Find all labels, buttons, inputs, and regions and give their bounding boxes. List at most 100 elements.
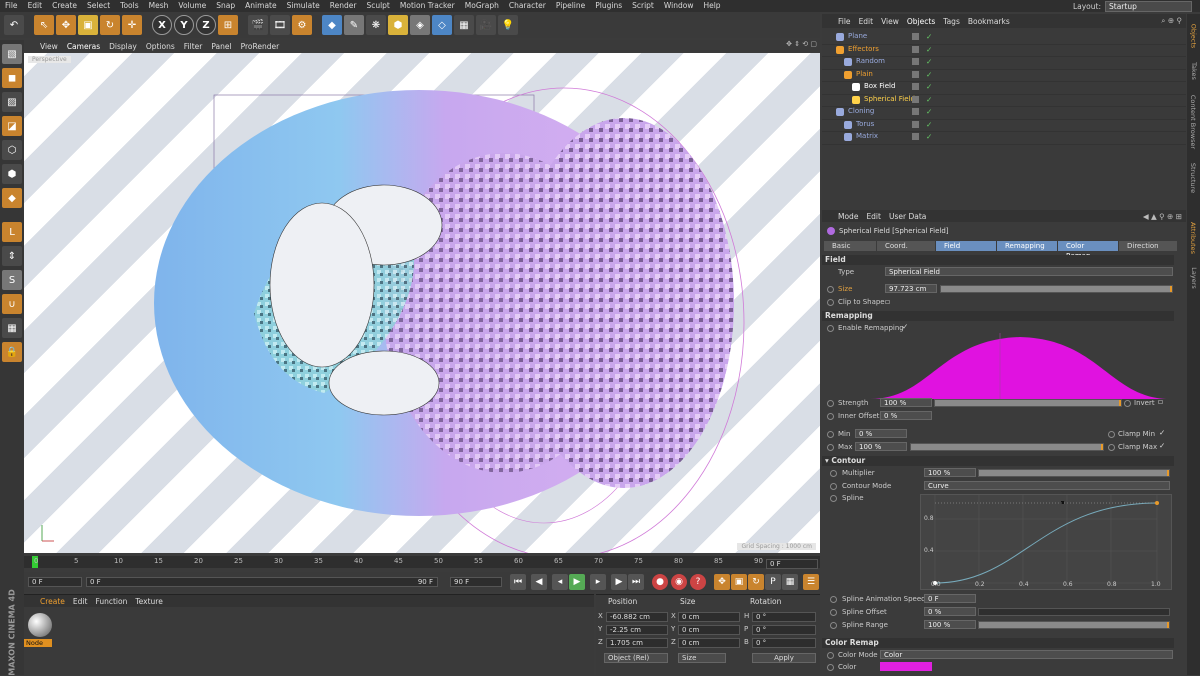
object-row-matrix[interactable]: Matrix ✓ <box>822 131 1186 145</box>
viewport-menu-display[interactable]: Display <box>109 42 137 51</box>
timeline-window-icon[interactable]: ☰ <box>803 574 819 590</box>
object-row-torus[interactable]: Torus ✓ <box>822 119 1186 132</box>
subdivision-icon[interactable]: ❋ <box>366 15 386 35</box>
preview-range-slider[interactable]: 0 F 90 F <box>86 577 438 587</box>
cube-icon[interactable]: ◆ <box>322 15 342 35</box>
play-icon[interactable]: ▶ <box>569 574 585 590</box>
tab-coord[interactable]: Coord. <box>877 241 935 251</box>
keyframe-selection-icon[interactable]: ? <box>690 574 706 590</box>
color-mode-radio[interactable] <box>827 652 834 659</box>
clamp-min-checkbox[interactable]: ✓ <box>1159 428 1165 437</box>
clip-checkbox[interactable]: ▫ <box>885 297 890 306</box>
object-menu-file[interactable]: File <box>838 17 851 26</box>
object-menu-bookmarks[interactable]: Bookmarks <box>968 17 1010 26</box>
attr-nav-icons[interactable]: ◀ ▲ ⚲ ⊕ ⊞ <box>1143 212 1182 221</box>
edges-mode-icon[interactable]: ⬢ <box>2 164 22 184</box>
enabled-check-icon[interactable]: ✓ <box>926 32 932 41</box>
visibility-dot[interactable] <box>912 133 919 140</box>
tab-direction[interactable]: Direction <box>1119 241 1177 251</box>
layout-dropdown[interactable]: Startup <box>1105 0 1192 12</box>
clamp-max-checkbox[interactable]: ✓ <box>1159 441 1165 450</box>
max-field[interactable]: 100 % <box>855 442 907 451</box>
floor-icon[interactable]: ▦ <box>454 15 474 35</box>
rot-field[interactable]: 0 ° <box>752 638 816 648</box>
object-row-plane[interactable]: Plane ✓ <box>822 31 1186 45</box>
clip-anim-radio[interactable] <box>827 299 834 306</box>
texture-mode-icon[interactable]: ▨ <box>2 92 22 112</box>
lock-workplane-icon[interactable]: 🔒 <box>2 342 22 362</box>
tab-field[interactable]: Field <box>936 241 996 251</box>
visibility-dot[interactable] <box>912 33 919 40</box>
max-slider[interactable] <box>910 443 1104 451</box>
x-axis-icon[interactable]: X <box>152 15 172 35</box>
rot-field[interactable]: 0 ° <box>752 612 816 622</box>
object-row-cloning[interactable]: Cloning ✓ <box>822 106 1186 120</box>
live-selection-icon[interactable]: ⇖ <box>34 15 54 35</box>
attr-menu-edit[interactable]: Edit <box>866 212 881 221</box>
light-icon[interactable]: 💡 <box>498 15 518 35</box>
object-name[interactable]: Cloning <box>848 107 874 115</box>
size-field[interactable]: 0 cm <box>678 612 740 622</box>
spline-offset-radio[interactable] <box>830 609 837 616</box>
enabled-check-icon[interactable]: ✓ <box>926 57 932 66</box>
spline-offset-slider[interactable] <box>978 608 1170 616</box>
object-row-effectors[interactable]: Effectors ✓ <box>822 44 1186 57</box>
enabled-check-icon[interactable]: ✓ <box>926 132 932 141</box>
current-frame-field[interactable]: 0 F <box>766 559 818 569</box>
size-mode-dropdown[interactable]: Size <box>678 653 726 663</box>
object-row-box-field[interactable]: Box Field ✓ <box>822 81 1186 95</box>
enabled-check-icon[interactable]: ✓ <box>926 107 932 116</box>
record-icon[interactable]: ● <box>652 574 668 590</box>
y-axis-icon[interactable]: Y <box>174 15 194 35</box>
object-name[interactable]: Plain <box>856 70 873 78</box>
key-rotation-icon[interactable]: ↻ <box>748 574 764 590</box>
strength-anim-radio[interactable] <box>827 400 834 407</box>
inner-offset-anim-radio[interactable] <box>827 413 834 420</box>
start-frame-field[interactable]: 0 F <box>28 577 82 587</box>
workplane-grid-icon[interactable]: ▦ <box>2 318 22 338</box>
viewport-menu-options[interactable]: Options <box>146 42 175 51</box>
invert-checkbox[interactable]: ▫ <box>1158 397 1163 406</box>
goto-start-icon[interactable]: ⏮ <box>510 574 526 590</box>
object-row-plain[interactable]: Plain ✓ <box>822 69 1186 82</box>
material-menu-texture[interactable]: Texture <box>135 597 162 606</box>
coord-mode-dropdown[interactable]: Object (Rel) <box>604 653 668 663</box>
viewport-menu-panel[interactable]: Panel <box>211 42 231 51</box>
enabled-check-icon[interactable]: ✓ <box>926 45 932 54</box>
max-anim-radio[interactable] <box>827 444 834 451</box>
pos-field[interactable]: -60.882 cm <box>606 612 668 622</box>
layout-selector[interactable]: Layout: Startup <box>1073 0 1192 12</box>
polygons-mode-icon[interactable]: ◆ <box>2 188 22 208</box>
tab-objects[interactable]: Objects <box>1187 18 1200 54</box>
menu-sculpt[interactable]: Sculpt <box>361 0 394 12</box>
key-position-icon[interactable]: ✥ <box>714 574 730 590</box>
recent-tools-icon[interactable]: ✛ <box>122 15 142 35</box>
menu-window[interactable]: Window <box>659 0 699 12</box>
size-field[interactable]: 0 cm <box>678 638 740 648</box>
points-mode-icon[interactable]: ⬡ <box>2 140 22 160</box>
enabled-check-icon[interactable]: ✓ <box>926 82 932 91</box>
min-field[interactable]: 0 % <box>855 429 907 438</box>
tweak-icon[interactable]: ⇕ <box>2 246 22 266</box>
key-parameter-icon[interactable]: P <box>765 574 781 590</box>
attr-menu-user-data[interactable]: User Data <box>889 212 926 221</box>
material-menu-function[interactable]: Function <box>95 597 127 606</box>
snap-icon[interactable]: S <box>2 270 22 290</box>
menu-plugins[interactable]: Plugins <box>590 0 627 12</box>
deformer-icon[interactable]: ◈ <box>410 15 430 35</box>
menu-character[interactable]: Character <box>504 0 551 12</box>
visibility-dot[interactable] <box>912 95 919 103</box>
tab-takes[interactable]: Takes <box>1187 58 1200 84</box>
visibility-dot[interactable] <box>912 120 919 128</box>
rotate-icon[interactable]: ↻ <box>100 15 120 35</box>
tab-remapping[interactable]: Remapping <box>997 241 1057 251</box>
type-dropdown[interactable]: Spherical Field <box>885 267 1173 276</box>
tab-color-remap[interactable]: Color Remap <box>1058 241 1118 260</box>
enable-remapping-checkbox[interactable]: ✓ <box>902 322 908 331</box>
pos-field[interactable]: 1.705 cm <box>606 638 668 648</box>
object-name[interactable]: Spherical Field <box>864 95 915 103</box>
spline-range-field[interactable]: 100 % <box>924 620 976 629</box>
object-menu-edit[interactable]: Edit <box>859 17 874 26</box>
color-anim-radio[interactable] <box>827 664 834 671</box>
pos-field[interactable]: -2.25 cm <box>606 625 668 635</box>
